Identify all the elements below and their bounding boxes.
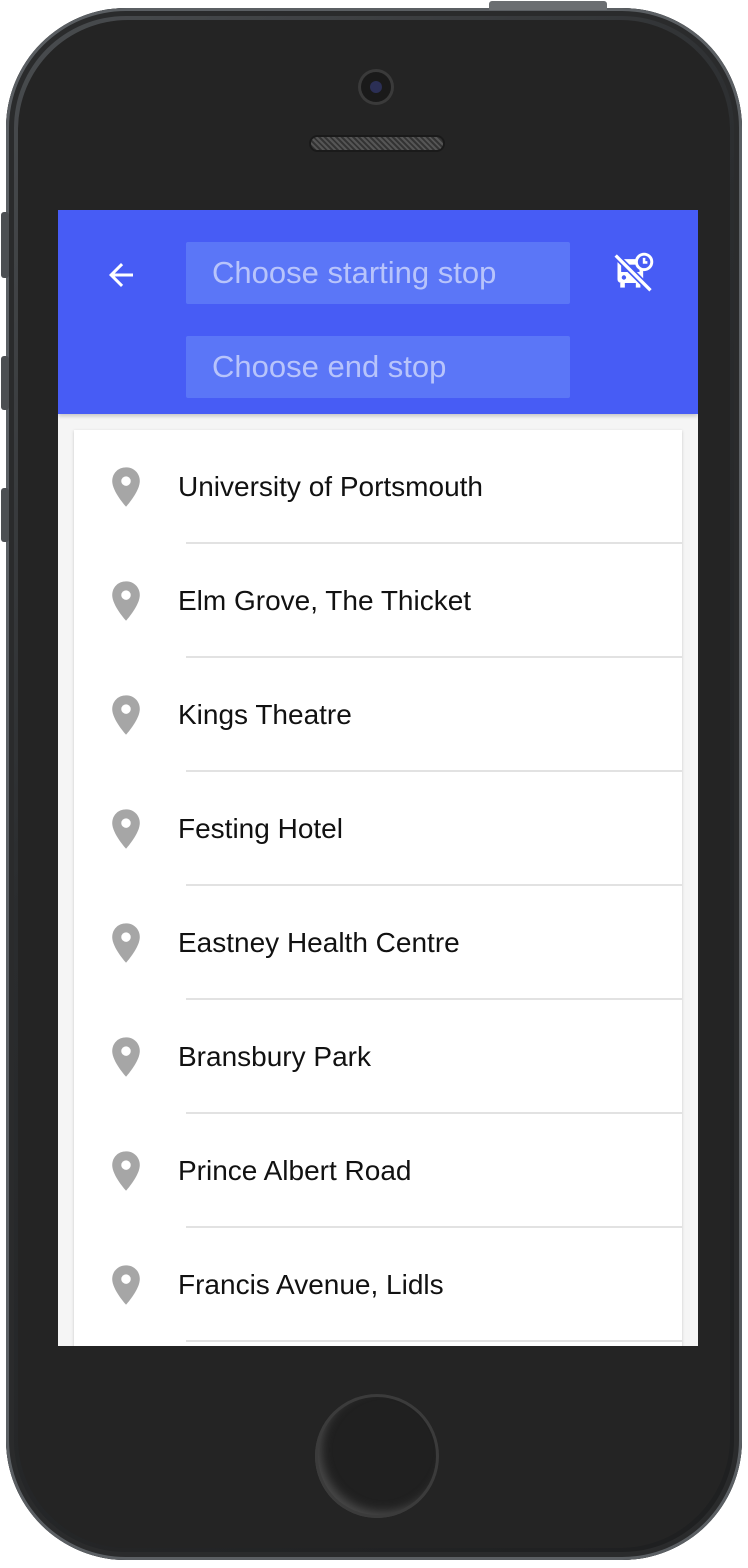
stop-name: Francis Avenue, Lidls: [178, 1269, 444, 1300]
volume-up-button: [1, 356, 9, 410]
app-bar: [58, 210, 698, 414]
list-item[interactable]: Bransbury Park: [74, 1000, 682, 1114]
location-pin-icon: [112, 1151, 140, 1191]
bus-off-button[interactable]: [606, 244, 662, 300]
location-pin-icon: [112, 1037, 140, 1077]
stop-name: Kings Theatre: [178, 699, 352, 730]
list-item[interactable]: Elm Grove, The Thicket: [74, 544, 682, 658]
location-pin-icon: [112, 923, 140, 963]
app-screen: University of Portsmouth Elm Grove, The …: [58, 210, 698, 1346]
back-button[interactable]: [96, 250, 146, 300]
start-stop-field[interactable]: [186, 242, 570, 304]
arrow-back-icon: [109, 263, 133, 287]
mute-switch: [1, 212, 9, 278]
list-item[interactable]: Eastney Health Centre: [74, 886, 682, 1000]
list-item[interactable]: Kings Theatre: [74, 658, 682, 772]
location-pin-icon: [112, 809, 140, 849]
location-pin-icon: [112, 467, 140, 507]
divider: [186, 1340, 682, 1342]
end-stop-input[interactable]: [210, 348, 546, 386]
end-stop-field[interactable]: [186, 336, 570, 398]
location-pin-icon: [112, 1265, 140, 1305]
stop-name: Eastney Health Centre: [178, 927, 460, 958]
start-stop-input[interactable]: [210, 254, 546, 292]
stop-name: Bransbury Park: [178, 1041, 371, 1072]
location-pin-icon: [112, 695, 140, 735]
list-item[interactable]: Festing Hotel: [74, 772, 682, 886]
power-button: [489, 1, 607, 10]
list-item[interactable]: Francis Avenue, Lidls: [74, 1228, 682, 1342]
home-button[interactable]: [315, 1394, 439, 1518]
stop-name: University of Portsmouth: [178, 471, 483, 502]
stop-name: Prince Albert Road: [178, 1155, 412, 1186]
stop-name: Festing Hotel: [178, 813, 343, 844]
earpiece-speaker: [311, 137, 443, 150]
location-pin-icon: [112, 581, 140, 621]
stop-list: University of Portsmouth Elm Grove, The …: [74, 430, 682, 1346]
stop-name: Elm Grove, The Thicket: [178, 585, 472, 616]
bus-off-icon: [613, 252, 654, 293]
list-item[interactable]: Prince Albert Road: [74, 1114, 682, 1228]
list-item[interactable]: University of Portsmouth: [74, 430, 682, 544]
volume-down-button: [1, 488, 9, 542]
front-camera: [361, 72, 391, 102]
